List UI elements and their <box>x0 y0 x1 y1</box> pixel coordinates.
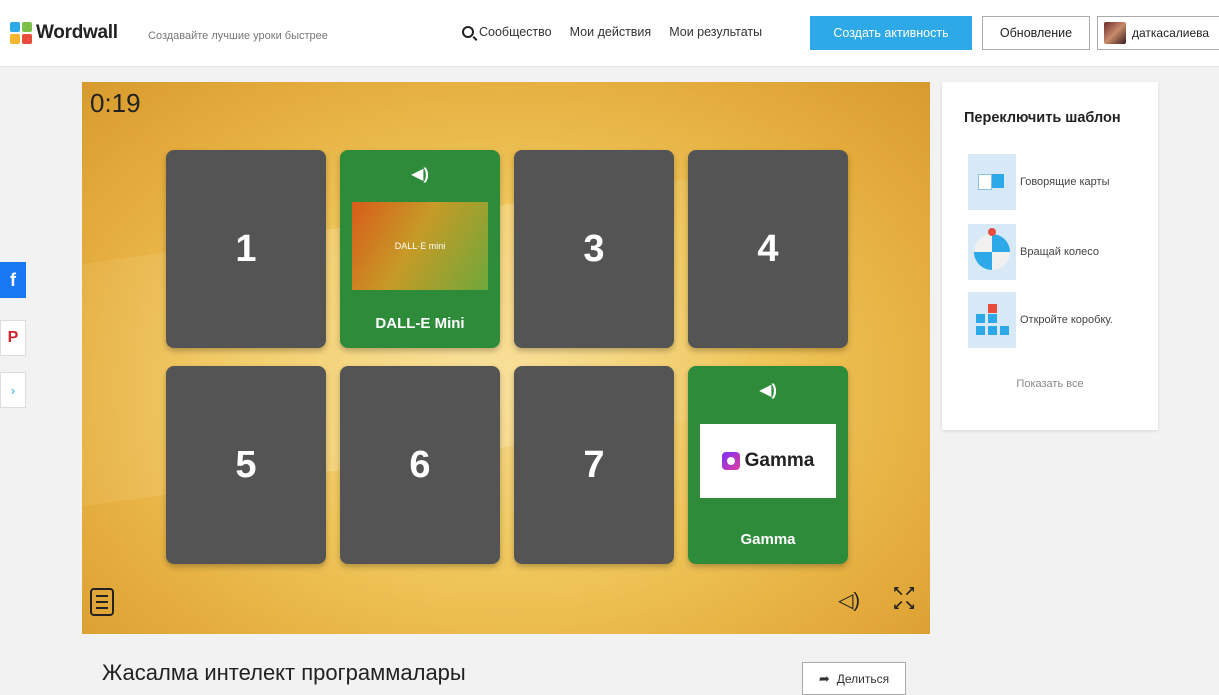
show-all-link[interactable]: Показать все <box>942 378 1158 390</box>
activity-title: Жасалма интелект программалары <box>102 660 466 685</box>
nav-my-results[interactable]: Мои результаты <box>669 25 762 39</box>
nav-my-activities[interactable]: Мои действия <box>570 25 652 39</box>
menu-icon[interactable] <box>90 588 114 616</box>
pinterest-share-icon[interactable]: P <box>0 320 26 356</box>
fullscreen-icon-top: ↖↗ <box>892 583 916 599</box>
top-header: Wordwall Создавайте лучшие уроки быстрее… <box>0 0 1219 67</box>
tile-caption: DALL-E Mini <box>375 315 465 332</box>
tile-number: 4 <box>757 227 779 270</box>
fullscreen-icon[interactable]: ↖↗ ↙↘ <box>890 584 918 616</box>
tile-3[interactable]: 3 <box>514 150 674 348</box>
tile-caption: Gamma <box>740 531 796 548</box>
more-share-icon[interactable]: › <box>0 372 26 408</box>
panel-title: Переключить шаблон <box>964 110 1121 126</box>
speaking-cards-icon <box>968 154 1016 210</box>
template-speaking-cards[interactable]: Говорящие карты <box>968 154 1158 210</box>
game-area: 0:19 1 ◀) DALL·E mini DALL-E Mini 3 4 5 … <box>82 82 930 634</box>
tile-number: 6 <box>409 443 431 486</box>
gamma-logo-image: Gamma <box>700 424 836 498</box>
game-timer: 0:19 <box>90 88 141 118</box>
template-label: Откройте коробку. <box>1020 314 1113 326</box>
image-text: DALL·E mini <box>394 241 446 251</box>
search-icon <box>462 26 474 38</box>
tile-7[interactable]: 7 <box>514 366 674 564</box>
template-label: Говорящие карты <box>1020 176 1110 188</box>
facebook-share-icon[interactable]: f <box>0 262 26 298</box>
tile-8-open[interactable]: ◀) Gamma Gamma <box>688 366 848 564</box>
tagline: Создавайте лучшие уроки быстрее <box>148 30 328 42</box>
user-menu[interactable]: даткасалиева <box>1097 16 1219 50</box>
avatar <box>1104 22 1126 44</box>
upgrade-button[interactable]: Обновление <box>982 16 1090 50</box>
template-spin-wheel[interactable]: Вращай колесо <box>968 224 1158 280</box>
share-button[interactable]: ➦ Делиться <box>802 662 906 695</box>
fullscreen-icon-bottom: ↙↘ <box>892 597 916 613</box>
main-nav: Сообщество Мои действия Мои результаты <box>462 16 780 48</box>
tile-number: 3 <box>583 227 605 270</box>
switch-template-panel: Переключить шаблон Говорящие карты Враща… <box>942 82 1158 430</box>
tile-1[interactable]: 1 <box>166 150 326 348</box>
gamma-logo-icon <box>721 452 740 470</box>
nav-community-label: Сообщество <box>479 25 552 39</box>
wordwall-logo[interactable]: Wordwall <box>10 20 118 46</box>
speaker-icon[interactable]: ◀) <box>340 164 500 184</box>
username: даткасалиева <box>1132 26 1210 40</box>
share-arrow-icon: ➦ <box>818 670 830 686</box>
nav-community[interactable]: Сообщество <box>462 25 552 39</box>
share-button-label: Делиться <box>836 671 890 686</box>
tile-4[interactable]: 4 <box>688 150 848 348</box>
tile-2-open[interactable]: ◀) DALL·E mini DALL-E Mini <box>340 150 500 348</box>
logo-text: Wordwall <box>36 22 118 43</box>
image-text: Gamma <box>744 450 815 471</box>
sound-icon[interactable]: ◁) <box>838 588 860 613</box>
spin-wheel-icon <box>968 224 1016 280</box>
wordwall-logo-icon <box>10 22 32 44</box>
speaker-icon[interactable]: ◀) <box>688 380 848 400</box>
dalle-mini-image: DALL·E mini <box>352 202 488 290</box>
template-open-box[interactable]: Откройте коробку. <box>968 292 1158 348</box>
tile-number: 5 <box>235 443 257 486</box>
tile-5[interactable]: 5 <box>166 366 326 564</box>
tile-number: 7 <box>583 443 605 486</box>
open-box-icon <box>968 292 1016 348</box>
tile-6[interactable]: 6 <box>340 366 500 564</box>
tile-number: 1 <box>235 227 257 270</box>
template-label: Вращай колесо <box>1020 246 1100 258</box>
create-activity-button[interactable]: Создать активность <box>810 16 972 50</box>
